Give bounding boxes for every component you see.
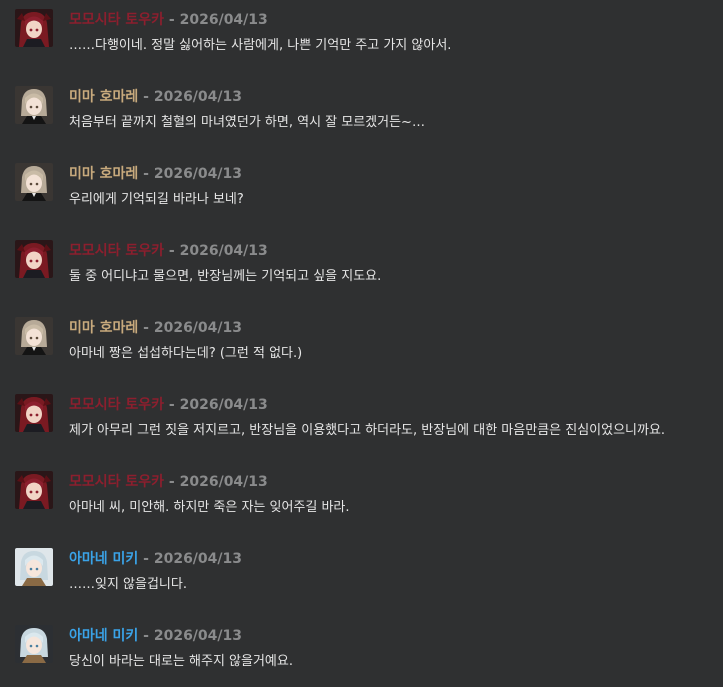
chat-message: 미마 호마레 - 2026/04/13 아마네 짱은 섭섭하다는데? (그런 적… bbox=[0, 317, 723, 377]
author-name[interactable]: 미마 호마레 bbox=[69, 320, 138, 336]
message-text: 둘 중 어디냐고 물으면, 반장님께는 기억되고 싶을 지도요. bbox=[69, 269, 382, 284]
separator: - bbox=[143, 166, 149, 182]
chat-message: 아마네 미키 - 2026/04/13 ……잊지 않을겁니다. bbox=[0, 548, 723, 608]
homare-avatar[interactable] bbox=[15, 163, 53, 201]
message-header: 미마 호마레 - 2026/04/13 bbox=[69, 319, 242, 337]
miki-avatar[interactable] bbox=[15, 548, 53, 586]
message-header: 모모시타 토우카 - 2026/04/13 bbox=[69, 242, 268, 260]
timestamp: 2026/04/13 bbox=[153, 320, 242, 336]
message-text: ……잊지 않을겁니다. bbox=[69, 577, 187, 592]
chat-message: 모모시타 토우카 - 2026/04/13 ……다행이네. 정말 싫어하는 사람… bbox=[0, 9, 723, 69]
separator: - bbox=[143, 89, 149, 105]
author-name[interactable]: 모모시타 토우카 bbox=[69, 397, 164, 413]
separator: - bbox=[168, 12, 175, 28]
author-name[interactable]: 모모시타 토우카 bbox=[69, 474, 164, 490]
message-text: 우리에게 기억되길 바라나 보네? bbox=[69, 192, 244, 207]
message-text: 처음부터 끝까지 철혈의 마녀였던가 하면, 역시 잘 모르겠거든~… bbox=[69, 115, 425, 130]
message-text: 아마네 씨, 미안해. 하지만 죽은 자는 잊어주길 바라. bbox=[69, 500, 350, 515]
message-header: 미마 호마레 - 2026/04/13 bbox=[69, 165, 242, 183]
timestamp: 2026/04/13 bbox=[153, 89, 242, 105]
message-text: 제가 아무리 그런 짓을 저지르고, 반장님을 이용했다고 하더라도, 반장님에… bbox=[69, 423, 666, 438]
message-text: 당신이 바라는 대로는 해주지 않을거예요. bbox=[69, 654, 293, 669]
timestamp: 2026/04/13 bbox=[153, 166, 242, 182]
message-header: 미마 호마레 - 2026/04/13 bbox=[69, 88, 242, 106]
chat-message: 미마 호마레 - 2026/04/13 우리에게 기억되길 바라나 보네? bbox=[0, 163, 723, 223]
message-text: 아마네 짱은 섭섭하다는데? (그런 적 없다.) bbox=[69, 346, 303, 361]
message-text: ……다행이네. 정말 싫어하는 사람에게, 나쁜 기억만 주고 가지 않아서. bbox=[69, 38, 452, 53]
chat-message: 미마 호마레 - 2026/04/13 처음부터 끝까지 철혈의 마녀였던가 하… bbox=[0, 86, 723, 146]
chat-message: 모모시타 토우카 - 2026/04/13 제가 아무리 그런 짓을 저지르고,… bbox=[0, 394, 723, 454]
toka-avatar[interactable] bbox=[15, 240, 53, 278]
homare-avatar[interactable] bbox=[15, 317, 53, 355]
separator: - bbox=[168, 243, 175, 259]
chat-message: 모모시타 토우카 - 2026/04/13 아마네 씨, 미안해. 하지만 죽은… bbox=[0, 471, 723, 531]
timestamp: 2026/04/13 bbox=[179, 243, 268, 259]
author-name[interactable]: 미마 호마레 bbox=[69, 89, 138, 105]
chat-message: 모모시타 토우카 - 2026/04/13 둘 중 어디냐고 물으면, 반장님께… bbox=[0, 240, 723, 300]
author-name[interactable]: 모모시타 토우카 bbox=[69, 243, 164, 259]
message-header: 모모시타 토우카 - 2026/04/13 bbox=[69, 396, 268, 414]
homare-avatar[interactable] bbox=[15, 86, 53, 124]
toka-avatar[interactable] bbox=[15, 394, 53, 432]
author-name[interactable]: 미마 호마레 bbox=[69, 166, 138, 182]
chat-message: 아마네 미키 - 2026/04/13 당신이 바라는 대로는 해주지 않을거예… bbox=[0, 625, 723, 685]
miki-avatar[interactable] bbox=[15, 625, 53, 663]
toka-avatar[interactable] bbox=[15, 9, 53, 47]
message-header: 모모시타 토우카 - 2026/04/13 bbox=[69, 11, 268, 29]
message-header: 모모시타 토우카 - 2026/04/13 bbox=[69, 473, 268, 491]
toka-avatar[interactable] bbox=[15, 471, 53, 509]
timestamp: 2026/04/13 bbox=[153, 628, 242, 644]
author-name[interactable]: 모모시타 토우카 bbox=[69, 12, 164, 28]
separator: - bbox=[143, 551, 149, 567]
timestamp: 2026/04/13 bbox=[153, 551, 242, 567]
separator: - bbox=[143, 320, 149, 336]
message-header: 아마네 미키 - 2026/04/13 bbox=[69, 627, 242, 645]
separator: - bbox=[143, 628, 149, 644]
separator: - bbox=[168, 397, 175, 413]
timestamp: 2026/04/13 bbox=[179, 474, 268, 490]
timestamp: 2026/04/13 bbox=[179, 12, 268, 28]
author-name[interactable]: 아마네 미키 bbox=[69, 551, 138, 567]
author-name[interactable]: 아마네 미키 bbox=[69, 628, 138, 644]
separator: - bbox=[168, 474, 175, 490]
message-header: 아마네 미키 - 2026/04/13 bbox=[69, 550, 242, 568]
timestamp: 2026/04/13 bbox=[179, 397, 268, 413]
